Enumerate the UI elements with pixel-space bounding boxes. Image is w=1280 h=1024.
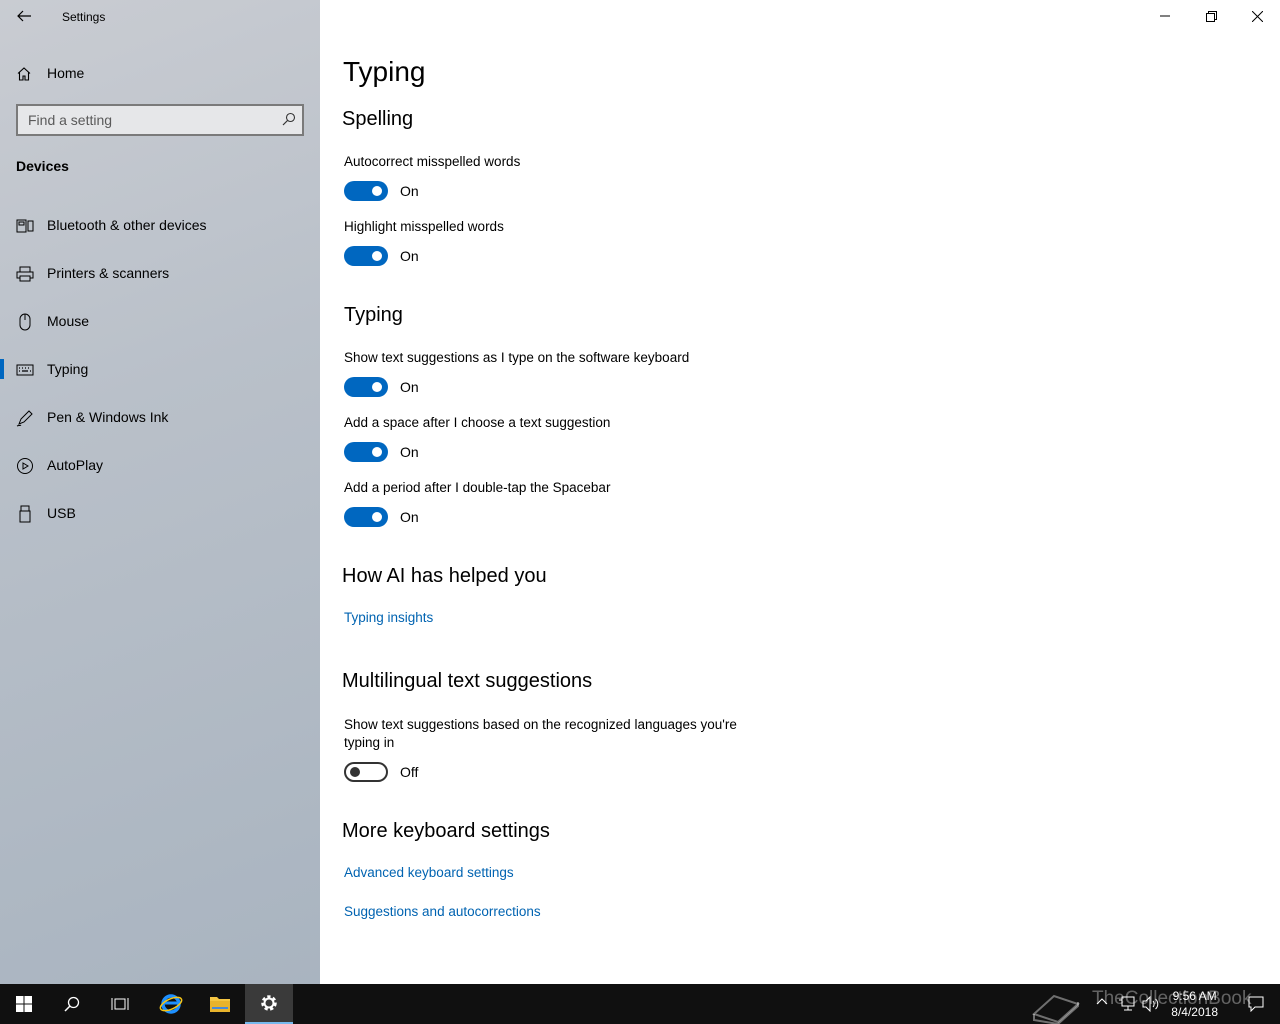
toggle-knob	[372, 512, 382, 522]
search-input[interactable]	[18, 106, 268, 134]
search-taskbar-button[interactable]	[48, 984, 96, 1024]
sidebar-item-label: Printers & scanners	[47, 265, 170, 281]
task-view-button[interactable]	[96, 984, 144, 1024]
sidebar-item-label: Bluetooth & other devices	[47, 217, 207, 233]
notification-icon	[1248, 996, 1264, 1012]
clock-date: 8/4/2018	[1171, 1005, 1218, 1019]
toggle-knob	[350, 767, 360, 777]
watermark-book-icon	[1032, 994, 1080, 1024]
sidebar-item-printers[interactable]: Printers & scanners	[0, 253, 320, 293]
toggle-knob	[372, 447, 382, 457]
clock-time: 9:56 AM	[1172, 989, 1217, 1003]
action-center-button[interactable]	[1232, 984, 1280, 1024]
sidebar-item-pen[interactable]: Pen & Windows Ink	[0, 397, 320, 437]
advanced-keyboard-link[interactable]: Advanced keyboard settings	[344, 865, 514, 880]
app-title: Settings	[62, 10, 106, 24]
clock[interactable]: 9:56 AM 8/4/2018	[1171, 988, 1218, 1020]
space-label: Add a space after I choose a text sugges…	[344, 415, 611, 430]
sidebar-item-mouse[interactable]: Mouse	[0, 301, 320, 341]
usb-icon	[19, 505, 31, 523]
home-nav-item[interactable]: Home	[0, 58, 320, 90]
toggle-state-text: On	[400, 444, 419, 460]
sidebar-item-bluetooth[interactable]: Bluetooth & other devices	[0, 205, 320, 245]
start-button[interactable]	[0, 984, 48, 1024]
multilingual-label: Show text suggestions based on the recog…	[344, 717, 737, 750]
settings-taskbar-button[interactable]	[245, 984, 293, 1024]
section-label: Devices	[16, 158, 69, 174]
toggle-knob	[372, 382, 382, 392]
chevron-up-icon[interactable]	[1096, 996, 1108, 1008]
selection-indicator	[0, 359, 4, 379]
search-icon[interactable]	[282, 112, 296, 126]
taskbar: TheCollectionBook 9:56 AM 8/4/2018	[0, 984, 1280, 1024]
search-box[interactable]	[16, 104, 304, 136]
toggle-knob	[372, 251, 382, 261]
bluetooth-devices-icon	[16, 219, 34, 233]
back-arrow-icon	[17, 10, 31, 22]
sidebar-item-label: USB	[47, 505, 76, 521]
sidebar-item-label: Typing	[47, 361, 89, 377]
highlight-label: Highlight misspelled words	[344, 219, 504, 234]
edge-button[interactable]	[147, 984, 195, 1024]
toggle-state-text: On	[400, 379, 419, 395]
toggle-knob	[372, 186, 382, 196]
internet-explorer-icon	[159, 994, 183, 1014]
keyboard-icon	[16, 364, 34, 376]
typing-heading: Typing	[344, 304, 403, 326]
file-explorer-button[interactable]	[196, 984, 244, 1024]
home-icon	[17, 67, 31, 81]
toggle-state-text: On	[400, 509, 419, 525]
volume-icon[interactable]	[1142, 996, 1160, 1012]
page-title: Typing	[343, 56, 426, 87]
toggle-state-text: Off	[400, 764, 419, 780]
toggle-state-text: On	[400, 248, 419, 264]
highlight-toggle[interactable]	[344, 246, 388, 266]
suggestions-label: Show text suggestions as I type on the s…	[344, 350, 690, 365]
sidebar-item-typing[interactable]: Typing	[0, 349, 320, 389]
more-keyboard-heading: More keyboard settings	[342, 820, 550, 842]
ai-heading: How AI has helped you	[342, 565, 547, 587]
typing-insights-link[interactable]: Typing insights	[344, 610, 433, 625]
multilingual-toggle[interactable]	[344, 762, 388, 782]
printer-icon	[16, 266, 34, 282]
back-button[interactable]	[8, 2, 40, 30]
task-view-icon	[111, 998, 129, 1010]
home-label: Home	[47, 65, 85, 81]
spelling-heading: Spelling	[342, 108, 414, 130]
space-toggle[interactable]	[344, 442, 388, 462]
folder-icon	[210, 997, 230, 1012]
autoplay-icon	[17, 458, 33, 474]
search-icon	[64, 996, 80, 1012]
autocorrect-label: Autocorrect misspelled words	[344, 154, 521, 169]
gear-icon	[261, 995, 277, 1011]
suggestions-autocorrections-link[interactable]: Suggestions and autocorrections	[344, 904, 541, 919]
period-toggle[interactable]	[344, 507, 388, 527]
network-icon[interactable]	[1118, 996, 1136, 1012]
sidebar-item-label: Pen & Windows Ink	[47, 409, 169, 425]
pen-icon	[16, 410, 33, 427]
sidebar-item-autoplay[interactable]: AutoPlay	[0, 445, 320, 485]
mouse-icon	[19, 313, 31, 331]
sidebar-item-label: AutoPlay	[47, 457, 104, 473]
suggestions-toggle[interactable]	[344, 377, 388, 397]
sidebar-item-label: Mouse	[47, 313, 90, 329]
period-label: Add a period after I double-tap the Spac…	[344, 480, 611, 495]
multilingual-heading: Multilingual text suggestions	[342, 670, 593, 692]
sidebar-item-usb[interactable]: USB	[0, 493, 320, 533]
toggle-state-text: On	[400, 183, 419, 199]
windows-logo-icon	[16, 996, 32, 1012]
autocorrect-toggle[interactable]	[344, 181, 388, 201]
navigation-pane: Settings Home Devices Bluetooth & other …	[0, 0, 320, 984]
content-pane: Typing Spelling Autocorrect misspelled w…	[320, 0, 1280, 984]
